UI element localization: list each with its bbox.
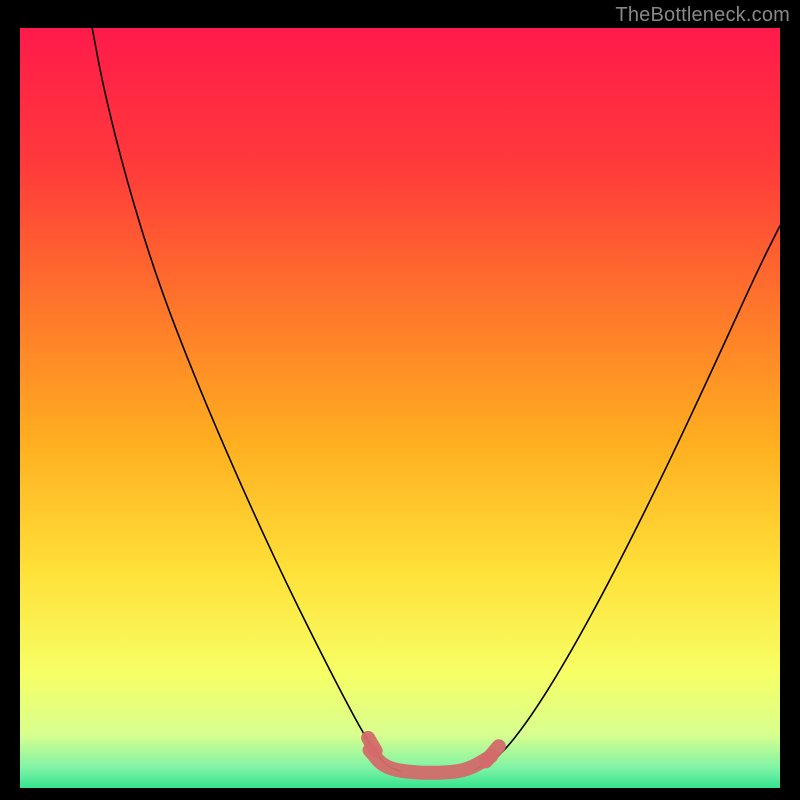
- gradient-background: [20, 28, 780, 788]
- watermark-label: TheBottleneck.com: [615, 4, 790, 27]
- highlight-right-dot: [486, 746, 499, 761]
- chart-svg: [20, 28, 780, 788]
- plot-area: [20, 28, 780, 788]
- highlight-left-dot: [368, 738, 376, 751]
- chart-stage: TheBottleneck.com: [0, 0, 800, 800]
